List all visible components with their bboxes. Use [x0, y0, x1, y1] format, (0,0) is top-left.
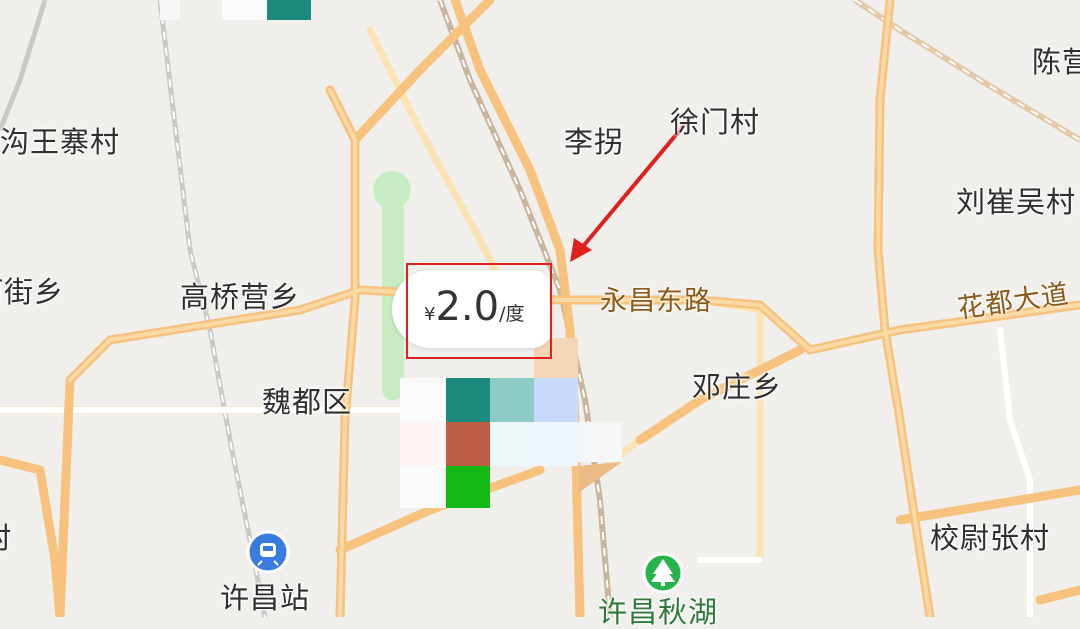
place-label-jiexiang: 河街乡 — [0, 275, 65, 309]
place-label-liucui: 刘崔吴村 — [956, 185, 1077, 219]
place-label-chen: 陈营 — [1032, 45, 1080, 79]
park-tree-icon[interactable] — [642, 552, 684, 594]
place-label-xiaowei: 校尉张村 — [930, 521, 1051, 555]
obscured-tiles-center — [400, 338, 622, 508]
place-label-dengzhuang: 邓庄乡 — [692, 370, 783, 404]
place-label-station: 许昌站 — [220, 581, 311, 615]
obscured-tiles-top — [160, 0, 311, 20]
place-label-weidu: 魏都区 — [262, 385, 353, 419]
annotation-highlight-box — [406, 263, 552, 359]
place-label-xumen: 徐门村 — [670, 105, 761, 139]
place-label-gouwang: 沟王寨村 — [0, 125, 121, 159]
place-label-gaoqiao: 高桥营乡 — [180, 280, 301, 314]
place-label-qiuhu: 许昌秋湖 — [598, 595, 719, 629]
place-label-lishou: 李拐 — [564, 125, 625, 159]
road-label-yongchang: 永昌东路 — [600, 286, 712, 317]
place-label-partial-left: 村 — [0, 524, 12, 553]
train-station-icon[interactable] — [246, 530, 290, 574]
